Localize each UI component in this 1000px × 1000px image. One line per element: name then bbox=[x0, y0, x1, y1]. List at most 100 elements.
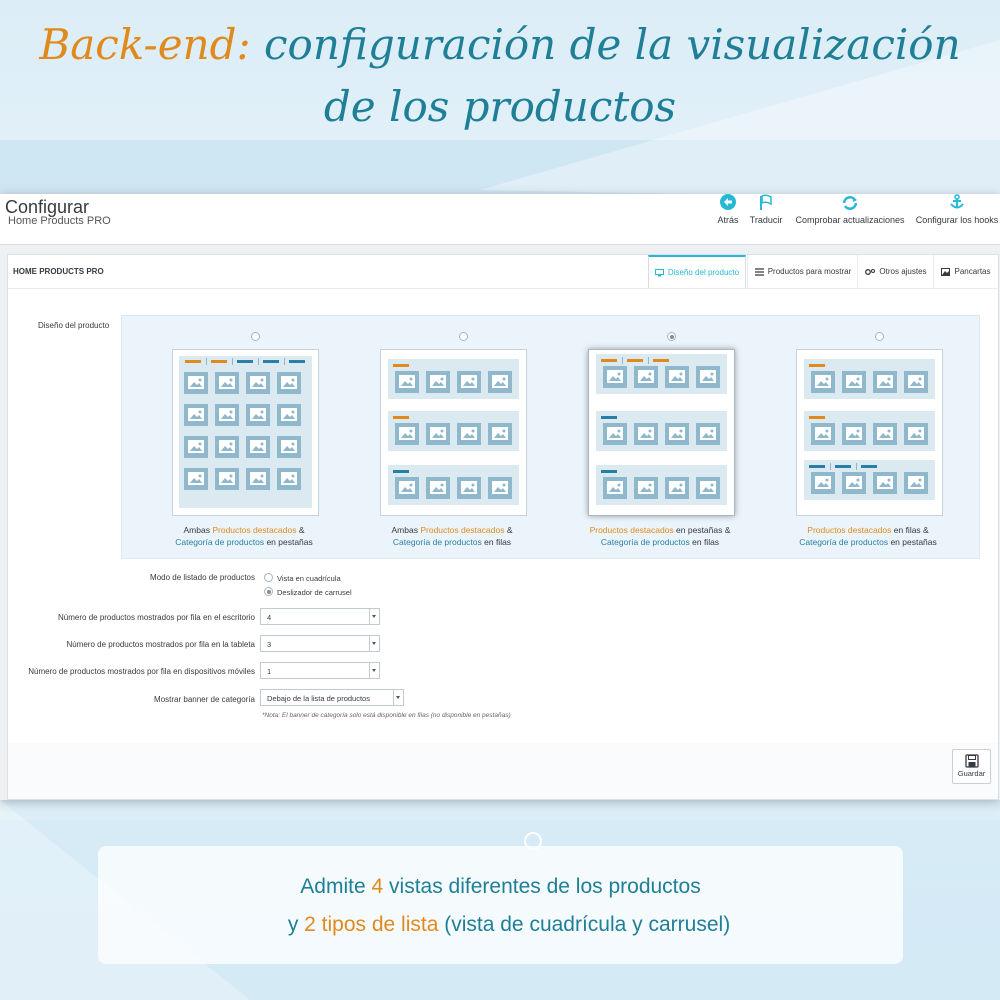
translate-button[interactable]: Traducir bbox=[746, 194, 786, 225]
product-thumbnail-icon bbox=[904, 472, 928, 494]
product-thumbnail-icon bbox=[904, 371, 928, 393]
desktop-per-row-label: Número de productos mostrados por fila e… bbox=[58, 613, 255, 622]
image-icon bbox=[941, 267, 951, 276]
mobile-per-row-label: Número de productos mostrados por fila e… bbox=[28, 667, 255, 676]
product-thumbnail-icon bbox=[873, 472, 897, 494]
product-thumbnail-icon bbox=[184, 404, 208, 426]
product-thumbnail-icon bbox=[696, 366, 720, 388]
product-thumbnail-icon bbox=[184, 436, 208, 458]
product-thumbnail-icon bbox=[634, 423, 658, 445]
product-thumbnail-icon bbox=[696, 477, 720, 499]
grid-view-radio[interactable] bbox=[264, 573, 273, 582]
design-option-caption: Productos destacados en pestañas & Catego… bbox=[589, 525, 731, 547]
category-banner-select[interactable]: Debajo de la lista de productos bbox=[260, 689, 404, 706]
product-thumbnail-icon bbox=[426, 371, 450, 393]
layout-preview[interactable] bbox=[172, 349, 319, 516]
design-options-area: Ambas Productos destacados & Categoría de… bbox=[121, 315, 980, 559]
carousel-label: Deslizador de carrusel bbox=[277, 588, 352, 597]
product-thumbnail-icon bbox=[811, 423, 835, 445]
design-option-caption: Productos destacados en filas & Categoría… bbox=[799, 525, 937, 547]
grid-view-label: Vista en cuadrícula bbox=[277, 574, 341, 583]
design-option-radio[interactable] bbox=[667, 332, 676, 341]
layout-schematic bbox=[596, 354, 727, 505]
product-thumbnail-icon bbox=[811, 371, 835, 393]
configure-hooks-button[interactable]: Configurar los hooks bbox=[914, 194, 1000, 225]
panel-title: HOME PRODUCTS PRO bbox=[13, 267, 104, 276]
banner-note: *Nota: El banner de categoría solo está … bbox=[262, 712, 511, 719]
back-button[interactable]: Atrás bbox=[714, 194, 742, 225]
layout-schematic bbox=[179, 356, 312, 508]
product-thumbnail-icon bbox=[634, 477, 658, 499]
product-thumbnail-icon bbox=[842, 472, 866, 494]
chevron-down-icon bbox=[393, 690, 403, 705]
tab-products-to-show[interactable]: Productos para mostrar bbox=[747, 255, 858, 288]
product-thumbnail-icon bbox=[277, 436, 301, 458]
tab-other-settings[interactable]: Otros ajustes bbox=[857, 255, 934, 288]
product-thumbnail-icon bbox=[277, 404, 301, 426]
gears-icon bbox=[865, 268, 876, 275]
product-thumbnail-icon bbox=[215, 436, 239, 458]
app-window: Configurar Home Products PRO Atrás Tradu… bbox=[0, 194, 1000, 800]
flag-icon bbox=[760, 194, 772, 210]
product-thumbnail-icon bbox=[277, 468, 301, 490]
product-thumbnail-icon bbox=[215, 468, 239, 490]
product-thumbnail-icon bbox=[634, 366, 658, 388]
product-thumbnail-icon bbox=[246, 436, 270, 458]
layout-preview[interactable] bbox=[380, 349, 527, 516]
product-thumbnail-icon bbox=[246, 468, 270, 490]
design-option-radio[interactable] bbox=[875, 332, 884, 341]
back-arrow-icon bbox=[720, 194, 736, 210]
headline-rest: configuración de la visualización bbox=[264, 20, 961, 69]
product-thumbnail-icon bbox=[215, 372, 239, 394]
layout-schematic bbox=[388, 359, 519, 505]
list-mode-label: Modo de listado de productos bbox=[150, 573, 255, 582]
product-thumbnail-icon bbox=[457, 423, 481, 445]
product-thumbnail-icon bbox=[842, 423, 866, 445]
top-toolbar: Configurar Home Products PRO Atrás Tradu… bbox=[0, 194, 1000, 245]
design-option-caption: Ambas Productos destacados & Categoría de… bbox=[175, 525, 313, 547]
chevron-down-icon bbox=[369, 609, 379, 624]
save-button[interactable]: Guardar bbox=[952, 749, 991, 784]
layout-preview[interactable] bbox=[796, 349, 943, 516]
carousel-radio[interactable] bbox=[264, 587, 273, 596]
product-design-label: Diseño del producto bbox=[38, 321, 110, 330]
summary-line-2: y 2 tipos de lista (vista de cuadrícula … bbox=[287, 913, 731, 936]
product-thumbnail-icon bbox=[904, 423, 928, 445]
product-thumbnail-icon bbox=[457, 477, 481, 499]
category-banner-label: Mostrar banner de categoría bbox=[154, 695, 255, 704]
design-option-radio[interactable] bbox=[459, 332, 468, 341]
product-thumbnail-icon bbox=[603, 366, 627, 388]
mobile-per-row-select[interactable]: 1 bbox=[260, 662, 380, 679]
list-icon bbox=[754, 267, 764, 276]
check-updates-button[interactable]: Comprobar actualizaciones bbox=[792, 194, 908, 225]
product-thumbnail-icon bbox=[395, 371, 419, 393]
desktop-per-row-select[interactable]: 4 bbox=[260, 608, 380, 625]
product-thumbnail-icon bbox=[277, 372, 301, 394]
product-thumbnail-icon bbox=[184, 372, 208, 394]
chevron-down-icon bbox=[369, 636, 379, 651]
headline-accent: Back-end: bbox=[39, 20, 251, 69]
product-thumbnail-icon bbox=[457, 371, 481, 393]
tablet-per-row-select[interactable]: 3 bbox=[260, 635, 380, 652]
product-thumbnail-icon bbox=[395, 477, 419, 499]
product-thumbnail-icon bbox=[184, 468, 208, 490]
summary-line-1: Admite 4 vistas diferentes de los produc… bbox=[300, 875, 701, 898]
monitor-icon bbox=[654, 268, 664, 276]
headline-line2: de los productos bbox=[323, 82, 677, 131]
product-thumbnail-icon bbox=[426, 423, 450, 445]
product-thumbnail-icon bbox=[665, 366, 689, 388]
product-thumbnail-icon bbox=[488, 423, 512, 445]
headline: Back-end: configuración de la visualizac… bbox=[0, 14, 1000, 138]
product-thumbnail-icon bbox=[426, 477, 450, 499]
chevron-down-icon bbox=[369, 663, 379, 678]
product-thumbnail-icon bbox=[873, 423, 897, 445]
tab-product-design[interactable]: Diseño del producto bbox=[648, 255, 746, 288]
product-thumbnail-icon bbox=[665, 423, 689, 445]
design-option-caption: Ambas Productos destacados & Categoría de… bbox=[391, 525, 513, 547]
tab-banners[interactable]: Pancartas bbox=[933, 255, 998, 288]
floppy-disk-icon bbox=[964, 754, 979, 768]
design-option-radio[interactable] bbox=[251, 332, 260, 341]
config-panel: HOME PRODUCTS PRO Diseño del producto Pr… bbox=[7, 254, 999, 744]
layout-preview[interactable] bbox=[588, 349, 735, 516]
tablet-per-row-label: Número de productos mostrados por fila e… bbox=[66, 640, 255, 649]
